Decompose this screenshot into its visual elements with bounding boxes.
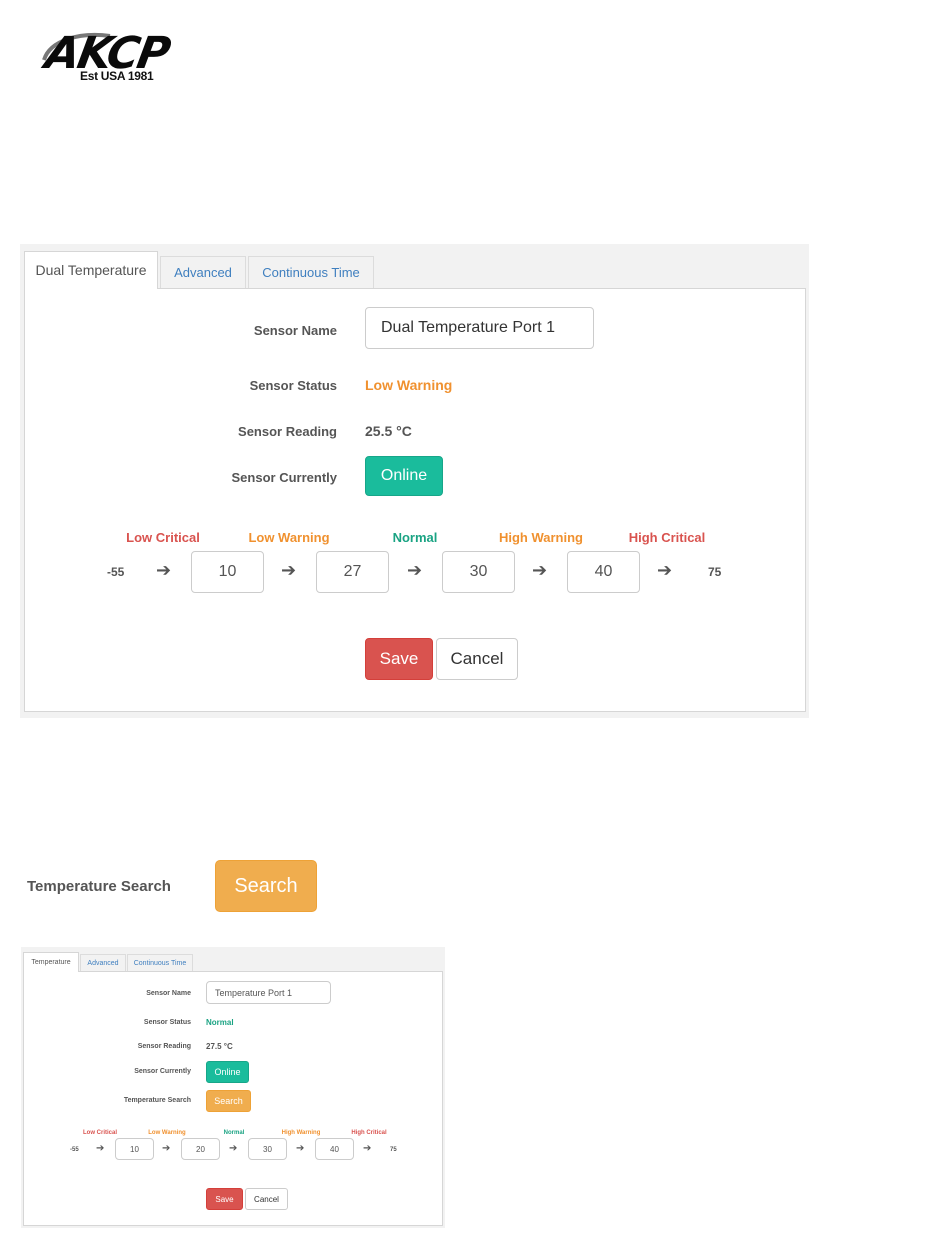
sensor-name-input[interactable]: Temperature Port 1: [206, 981, 331, 1004]
temperature-search-label: Temperature Search: [27, 878, 171, 895]
low-critical-label: Low Critical: [82, 1130, 117, 1136]
normal-label: Normal: [223, 1130, 245, 1136]
search-button[interactable]: Search: [206, 1090, 251, 1112]
sensor-name-value: Temperature Port 1: [215, 987, 293, 998]
tab-advanced[interactable]: Advanced: [80, 954, 126, 972]
arrow-right-icon: ➔: [532, 560, 548, 580]
threshold-low-warning-input[interactable]: 20: [181, 1138, 220, 1160]
high-critical-label: High Critical: [351, 1130, 387, 1136]
cancel-button[interactable]: Cancel: [436, 638, 518, 680]
search-button-label: Search: [214, 1096, 243, 1106]
arrow-right-icon: ➔: [281, 560, 297, 580]
temperature-search-label: Temperature Search: [123, 1097, 191, 1104]
threshold-value: 30: [469, 563, 488, 580]
akcp-logo: AKCP Est USA 1981: [40, 28, 190, 85]
sensor-reading-label: Sensor Reading: [238, 424, 337, 439]
threshold-value: 10: [218, 563, 237, 580]
low-warning-label: Low Warning: [248, 530, 330, 545]
high-warning-label: High Warning: [498, 530, 583, 545]
dual-temperature-panel: Dual Temperature Advanced Continuous Tim…: [20, 244, 809, 718]
sensor-name-label: Sensor Name: [146, 990, 191, 997]
sensor-reading-value: 25.5 °C: [365, 423, 412, 439]
arrow-right-icon: ➔: [363, 1143, 372, 1154]
save-button-label: Save: [379, 649, 419, 668]
tab-label: Temperature: [31, 959, 71, 966]
tab-continuous-time[interactable]: Continuous Time: [127, 954, 193, 972]
sensor-currently-label: Sensor Currently: [134, 1068, 191, 1075]
tab-temperature[interactable]: Temperature: [23, 952, 79, 972]
tab-label: Continuous Time: [133, 960, 187, 967]
cancel-button-label: Cancel: [450, 649, 504, 668]
arrow-right-icon: ➔: [296, 1143, 305, 1154]
low-warning-label: Low Warning: [148, 1130, 186, 1136]
threshold-min: -55: [107, 565, 125, 579]
arrow-right-icon: ➔: [657, 560, 673, 580]
tab-advanced[interactable]: Advanced: [160, 256, 246, 289]
sensor-status-label: Sensor Status: [249, 378, 337, 393]
threshold-high-warning-input[interactable]: 30: [248, 1138, 287, 1160]
threshold-high-critical-input[interactable]: 40: [315, 1138, 354, 1160]
save-button[interactable]: Save: [365, 638, 433, 680]
threshold-high-warning-input[interactable]: 30: [442, 551, 515, 593]
sensor-status-value: Normal: [206, 1018, 234, 1027]
low-critical-label: Low Critical: [126, 530, 200, 545]
threshold-value: 20: [196, 1144, 205, 1154]
threshold-value: 40: [594, 563, 613, 580]
arrow-right-icon: ➔: [407, 560, 423, 580]
save-button[interactable]: Save: [206, 1188, 243, 1210]
temperature-panel: Temperature Advanced Continuous Time Sen…: [21, 947, 445, 1228]
threshold-value: 10: [130, 1144, 139, 1154]
threshold-max: 75: [708, 565, 722, 579]
sensor-name-input[interactable]: Dual Temperature Port 1: [365, 307, 594, 349]
sensor-reading-label: Sensor Reading: [137, 1043, 191, 1050]
cancel-button[interactable]: Cancel: [245, 1188, 288, 1210]
threshold-min: -55: [70, 1147, 79, 1153]
threshold-value: 40: [330, 1144, 339, 1154]
search-button-label: Search: [234, 874, 298, 897]
sensor-currently-label: Sensor Currently: [231, 470, 337, 485]
threshold-value: 27: [343, 563, 362, 580]
online-button[interactable]: Online: [206, 1061, 249, 1083]
threshold-low-warning-input[interactable]: 27: [316, 551, 389, 593]
arrow-right-icon: ➔: [162, 1143, 171, 1154]
tab-continuous-time[interactable]: Continuous Time: [248, 256, 374, 289]
online-button[interactable]: Online: [365, 456, 443, 496]
sensor-status-label: Sensor Status: [143, 1019, 191, 1026]
tab-dual-temperature[interactable]: Dual Temperature: [24, 251, 158, 289]
online-button-label: Online: [214, 1067, 241, 1077]
save-button-label: Save: [215, 1194, 234, 1204]
threshold-low-critical-input[interactable]: 10: [191, 551, 264, 593]
tab-label: Advanced: [174, 265, 232, 280]
sensor-name-value: Dual Temperature Port 1: [381, 319, 556, 336]
normal-label: Normal: [392, 530, 438, 545]
sensor-name-label: Sensor Name: [253, 323, 337, 338]
arrow-right-icon: ➔: [229, 1143, 238, 1154]
tab-label: Continuous Time: [262, 265, 360, 280]
arrow-right-icon: ➔: [156, 560, 172, 580]
search-button[interactable]: Search: [215, 860, 317, 912]
sensor-status-value: Low Warning: [365, 377, 453, 393]
threshold-low-critical-input[interactable]: 10: [115, 1138, 154, 1160]
threshold-value: 30: [263, 1144, 272, 1154]
threshold-high-critical-input[interactable]: 40: [567, 551, 640, 593]
cancel-button-label: Cancel: [254, 1194, 279, 1204]
sensor-reading-value: 27.5 °C: [206, 1042, 233, 1051]
logo-tagline: Est USA 1981: [80, 69, 154, 83]
high-critical-label: High Critical: [628, 530, 706, 545]
online-button-label: Online: [380, 467, 428, 484]
tab-label: Dual Temperature: [35, 262, 147, 278]
tab-content: Sensor Name Dual Temperature Port 1 Sens…: [24, 288, 806, 712]
tab-label: Advanced: [87, 960, 119, 967]
threshold-max: 75: [390, 1147, 397, 1153]
arrow-right-icon: ➔: [96, 1143, 105, 1154]
tab-content: Sensor Name Temperature Port 1 Sensor St…: [23, 971, 443, 1226]
high-warning-label: High Warning: [281, 1130, 321, 1136]
